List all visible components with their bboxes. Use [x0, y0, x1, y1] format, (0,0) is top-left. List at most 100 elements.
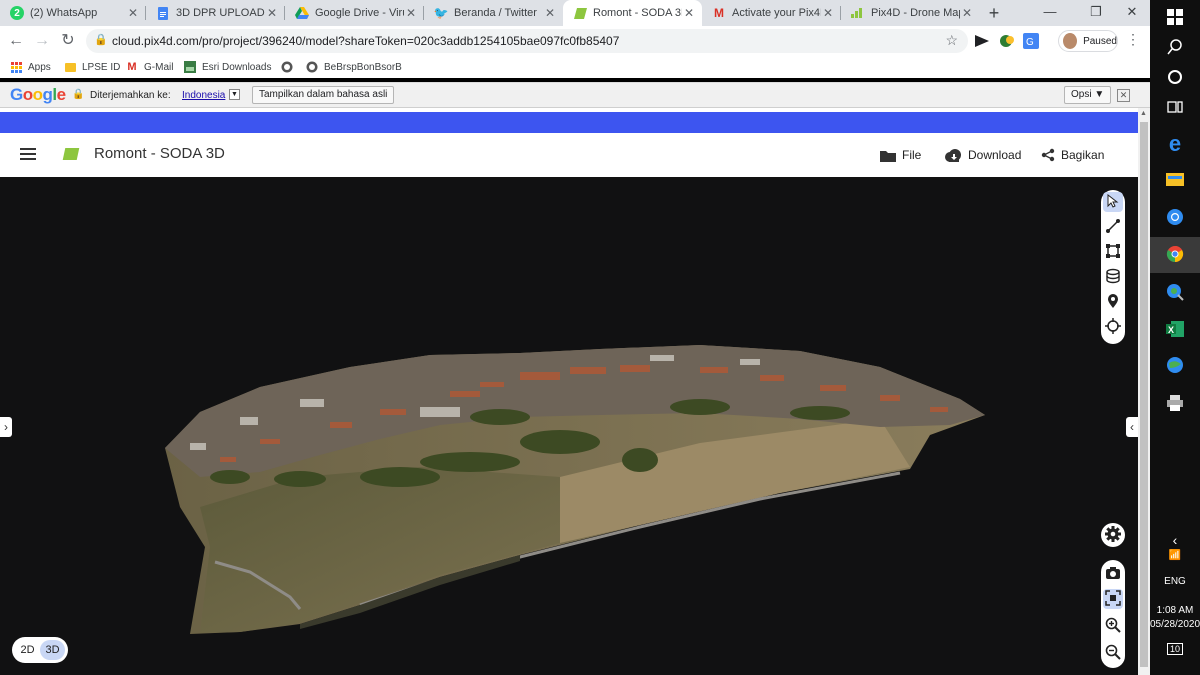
file-button[interactable]: File — [880, 143, 921, 167]
fit-view-button[interactable] — [1103, 589, 1123, 609]
chrome-icon — [1166, 208, 1184, 229]
measure-area-tool[interactable] — [1103, 242, 1123, 262]
expand-right-panel-button[interactable]: ‹ — [1126, 417, 1138, 437]
window-close-icon[interactable]: ✕ — [1117, 2, 1147, 22]
taskbar-chrome-active[interactable] — [1150, 237, 1200, 273]
kebab-menu-icon[interactable]: ⋮ — [1126, 31, 1140, 48]
close-icon[interactable]: ✕ — [126, 6, 140, 20]
marker-tool[interactable] — [1103, 292, 1123, 312]
new-tab-button[interactable]: + — [984, 3, 1004, 23]
dropdown-arrow-icon[interactable]: ▼ — [229, 89, 240, 100]
forward-icon[interactable]: → — [32, 31, 52, 51]
tab-pix4d-drone-mapping[interactable]: Pix4D - Drone Mappi ✕ — [841, 0, 980, 26]
globe-icon — [306, 61, 318, 73]
pix4d-logo — [62, 148, 80, 160]
close-icon[interactable]: ✕ — [682, 6, 696, 20]
clock-time[interactable]: 1:08 AM — [1150, 605, 1200, 616]
tab-activate-pix4d[interactable]: M Activate your Pix4D a ✕ — [702, 0, 841, 26]
3d-viewport[interactable]: › ‹ 2D 3D — [0, 177, 1138, 675]
bookmark-globe[interactable] — [281, 59, 299, 75]
tab-title: Beranda / Twitter — [454, 7, 537, 19]
orbit-point-tool[interactable] — [1103, 317, 1123, 337]
zoom-in-button[interactable] — [1103, 616, 1123, 636]
point-cloud-model[interactable] — [0, 177, 1138, 675]
taskbar-printer[interactable] — [1150, 386, 1200, 422]
measure-volume-tool[interactable] — [1103, 267, 1123, 287]
globe-app-icon — [1166, 356, 1184, 377]
settings-button[interactable] — [1101, 523, 1125, 547]
bookmark-label: G-Mail — [144, 61, 174, 73]
tab-whatsapp[interactable]: 2 (2) WhatsApp ✕ — [0, 0, 146, 26]
input-language[interactable]: ENG — [1150, 576, 1200, 587]
bookmark-apps[interactable]: Apps — [10, 59, 51, 75]
tab-google-drive[interactable]: Google Drive - Virus ✕ — [285, 0, 424, 26]
whatsapp-icon: 2 — [10, 6, 24, 20]
chrome-icon — [1166, 245, 1184, 266]
zoom-in-icon — [1105, 617, 1121, 636]
bookmark-label: LPSE ID — [82, 61, 121, 73]
lock-icon: 🔒 — [72, 89, 85, 100]
tab-title: 3D DPR UPLOAD.rar - — [176, 7, 265, 19]
share-label: Bagikan — [1061, 148, 1105, 162]
mode-3d-button[interactable]: 3D — [40, 640, 65, 660]
apps-grid-icon — [10, 61, 22, 73]
close-icon[interactable]: ✕ — [543, 6, 557, 20]
address-bar[interactable]: 🔒 cloud.pix4d.com/pro/project/396240/mod… — [86, 29, 968, 53]
translate-options-button[interactable]: Opsi ▼ — [1064, 86, 1112, 104]
bookmark-lpse-id[interactable]: LPSE ID — [64, 59, 120, 75]
volume-icon — [1105, 268, 1121, 287]
close-icon[interactable]: ✕ — [404, 6, 418, 20]
close-icon[interactable]: ✕ — [821, 6, 835, 20]
tray-icons[interactable]: 📶 — [1150, 550, 1200, 561]
extension-icon[interactable] — [998, 32, 1016, 50]
page-scrollbar[interactable]: ▲ — [1138, 108, 1150, 675]
share-icon — [1041, 148, 1055, 162]
pix4d-icon — [573, 6, 587, 20]
profile-status: Paused — [1083, 35, 1117, 47]
mode-2d-button[interactable]: 2D — [15, 640, 40, 660]
share-button[interactable]: Bagikan — [1041, 143, 1104, 167]
bookmark-bebrspbonbsorb[interactable]: BeBrspBonBsorB — [306, 59, 402, 75]
bookmark-esri-downloads[interactable]: Esri Downloads — [184, 59, 271, 75]
cortana-icon — [1167, 69, 1183, 88]
tab-romont-soda-3d[interactable]: Romont - SODA 3D - ✕ — [563, 0, 702, 26]
profile-button[interactable]: Paused — [1058, 30, 1118, 52]
zoom-out-button[interactable] — [1103, 643, 1123, 663]
taskbar-google-earth[interactable] — [1150, 275, 1200, 311]
taskbar-globe-app[interactable] — [1150, 348, 1200, 384]
clock-date[interactable]: 05/28/2020 — [1150, 619, 1200, 630]
target-icon — [1105, 317, 1121, 337]
back-icon[interactable]: ← — [6, 31, 26, 51]
bookmark-gmail[interactable]: M G-Mail — [126, 59, 173, 75]
show-original-button[interactable]: Tampilkan dalam bahasa asli — [252, 86, 395, 104]
download-button[interactable]: Download — [944, 143, 1021, 167]
taskbar-edge[interactable]: e — [1150, 126, 1200, 162]
translate-icon[interactable]: G — [1022, 32, 1040, 50]
hamburger-menu-icon[interactable] — [20, 148, 36, 160]
restore-icon[interactable]: ❐ — [1081, 2, 1111, 22]
minimize-icon[interactable]: — — [1035, 2, 1065, 22]
reload-icon[interactable]: ↻ — [58, 31, 78, 51]
cast-icon[interactable] — [973, 32, 991, 50]
scrollbar-thumb[interactable] — [1140, 122, 1148, 667]
select-tool[interactable] — [1103, 192, 1123, 212]
translate-language-link[interactable]: Indonesia — [182, 90, 225, 101]
taskbar-excel[interactable]: X — [1150, 312, 1200, 348]
bookmark-star-icon[interactable]: ☆ — [945, 32, 958, 49]
taskbar-file-explorer[interactable] — [1150, 162, 1200, 198]
task-view-button[interactable] — [1150, 90, 1200, 126]
action-center-button[interactable]: 10 — [1150, 643, 1200, 655]
screenshot-button[interactable] — [1103, 564, 1123, 584]
project-title: Romont - SODA 3D — [94, 145, 225, 162]
close-icon[interactable]: ✕ — [960, 6, 974, 20]
tab-title: Romont - SODA 3D - — [593, 7, 682, 19]
show-hidden-icons-icon[interactable]: ‹ — [1150, 532, 1200, 548]
close-icon[interactable]: ✕ — [1117, 89, 1130, 102]
tab-3d-dpr-upload[interactable]: 3D DPR UPLOAD.rar - ✕ — [146, 0, 285, 26]
expand-left-panel-button[interactable]: › — [0, 417, 12, 437]
tab-twitter[interactable]: 🐦 Beranda / Twitter ✕ — [424, 0, 563, 26]
close-icon[interactable]: ✕ — [265, 6, 279, 20]
scroll-up-icon[interactable]: ▲ — [1140, 110, 1147, 117]
taskbar-chrome[interactable] — [1150, 200, 1200, 236]
measure-line-tool[interactable] — [1103, 217, 1123, 237]
